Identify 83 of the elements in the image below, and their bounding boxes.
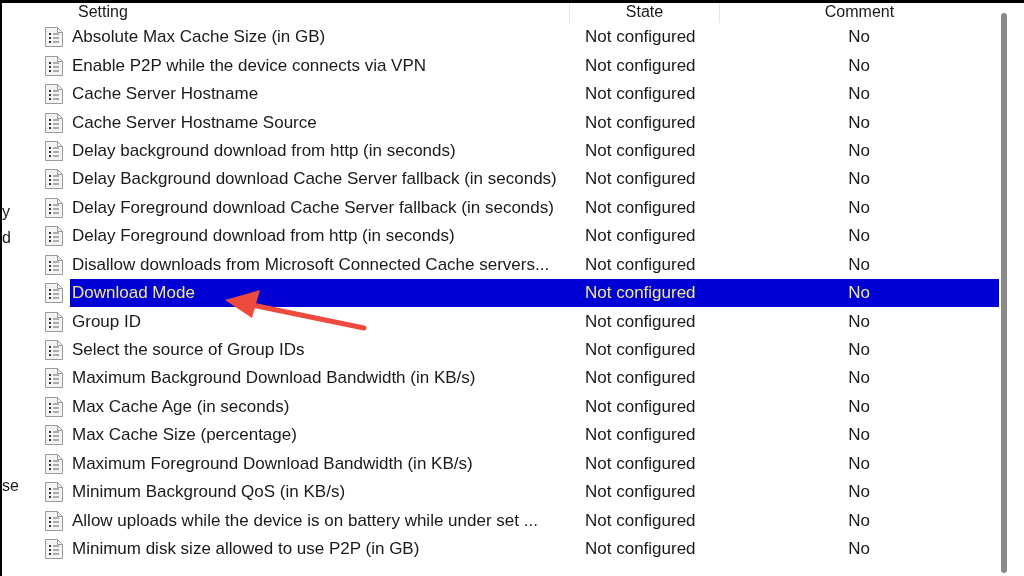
table-cell-text: No [847,310,871,333]
table-cell-text: Not configured [584,310,697,333]
document-icon [44,196,64,219]
table-cell-text: No [847,481,871,504]
table-cell-text: No [847,111,871,134]
document-icon [44,282,64,305]
setting-name[interactable]: Enable P2P while the device connects via VPN [70,51,429,80]
table-cell-text: Not configured [584,83,697,106]
document-icon [44,481,64,504]
setting-name[interactable]: Download Mode [70,278,569,308]
setting-name[interactable]: Cache Server Hostname Source [70,108,319,137]
setting-name[interactable]: Minimum disk size allowed to use P2P (in GB) [70,534,422,564]
document-icon [44,367,64,390]
setting-name[interactable]: Max Cache Age (in seconds) [70,392,292,422]
table-cell-text: No [847,253,871,276]
document-icon [44,310,64,333]
table-cell-text: No [847,26,871,49]
document-icon [44,225,64,248]
document-icon [44,339,64,362]
document-icon [44,54,64,77]
setting-name[interactable]: Minimum Background QoS (in KB/s) [70,478,348,507]
table-cell-text: Not configured [584,225,697,248]
document-icon [44,83,64,106]
document-icon [44,26,64,49]
table-cell-text: No [847,367,871,390]
document-icon [44,424,64,447]
setting-name[interactable]: Delay Foreground download from http (in seconds) [70,222,457,251]
table-cell: Not configured [569,278,719,308]
document-icon [44,509,64,532]
table-cell-text: Not configured [584,367,697,390]
table-cell-text: No [847,339,871,362]
table-cell-text: Not configured [584,452,697,475]
scrollbar-thumb[interactable] [1001,13,1007,573]
document-icon [44,538,64,561]
table-cell-text: No [847,424,871,447]
table-cell-text: No [847,196,871,219]
setting-name[interactable]: Group ID [70,307,143,336]
setting-name[interactable]: Maximum Background Download Bandwidth (in KB/s) [70,364,478,393]
document-icon [44,168,64,191]
table-cell-text: Not configured [584,139,697,162]
column-header[interactable]: Comment [719,3,999,23]
table-cell-text: No [847,538,871,561]
table-cell-text: No [847,54,871,77]
setting-name[interactable]: Allow uploads while the device is on battery while under set ... [70,506,540,535]
setting-name[interactable]: Delay Background download Cache Server fallback (in seconds) [70,165,559,194]
table-cell-text: No [847,83,871,106]
setting-name[interactable]: Maximum Foreground Download Bandwidth (in KB/s) [70,449,475,478]
table-cell-text: Not configured [584,26,697,49]
setting-name[interactable]: Cache Server Hostname [70,79,261,109]
table-cell-text: No [847,509,871,532]
table-cell: No [719,278,999,308]
tree-item-text[interactable]: y [2,203,10,221]
table-cell-text: Not configured [584,196,697,219]
document-icon [44,139,64,162]
setting-name[interactable]: Delay background download from http (in seconds) [70,136,458,166]
setting-name[interactable]: Select the source of Group IDs [70,335,307,365]
document-icon [44,395,64,418]
setting-name[interactable]: Absolute Max Cache Size (in GB) [70,23,328,52]
table-cell-text: No [847,395,871,418]
table-cell-text: No [847,168,871,191]
tree-item-text[interactable]: se [2,477,19,495]
column-header[interactable]: State [569,3,719,23]
table-cell-text: No [847,139,871,162]
table-cell-text: No [847,452,871,475]
table-cell-text: Not configured [584,509,697,532]
setting-name[interactable]: Max Cache Size (percentage) [70,421,299,450]
table-cell-text: Not configured [584,253,697,276]
tree-item-text[interactable]: d [2,229,11,247]
table-cell-text: Not configured [584,168,697,191]
setting-name[interactable]: Disallow downloads from Microsoft Connected Cache servers... [70,250,552,279]
table-cell-text: Not configured [584,538,697,561]
document-icon [44,253,64,276]
table-cell-text: No [847,225,871,248]
table-cell-text: Not configured [584,339,697,362]
document-icon [44,452,64,475]
table-cell-text: Not configured [584,424,697,447]
table-cell-text: Not configured [584,395,697,418]
table-cell-text: Not configured [584,111,697,134]
table-cell-text: Not configured [584,54,697,77]
table-cell-text: Not configured [584,481,697,504]
setting-name[interactable]: Delay Foreground download Cache Server fallback (in seconds) [70,193,556,223]
column-header[interactable]: Setting [44,3,569,23]
document-icon [44,111,64,134]
